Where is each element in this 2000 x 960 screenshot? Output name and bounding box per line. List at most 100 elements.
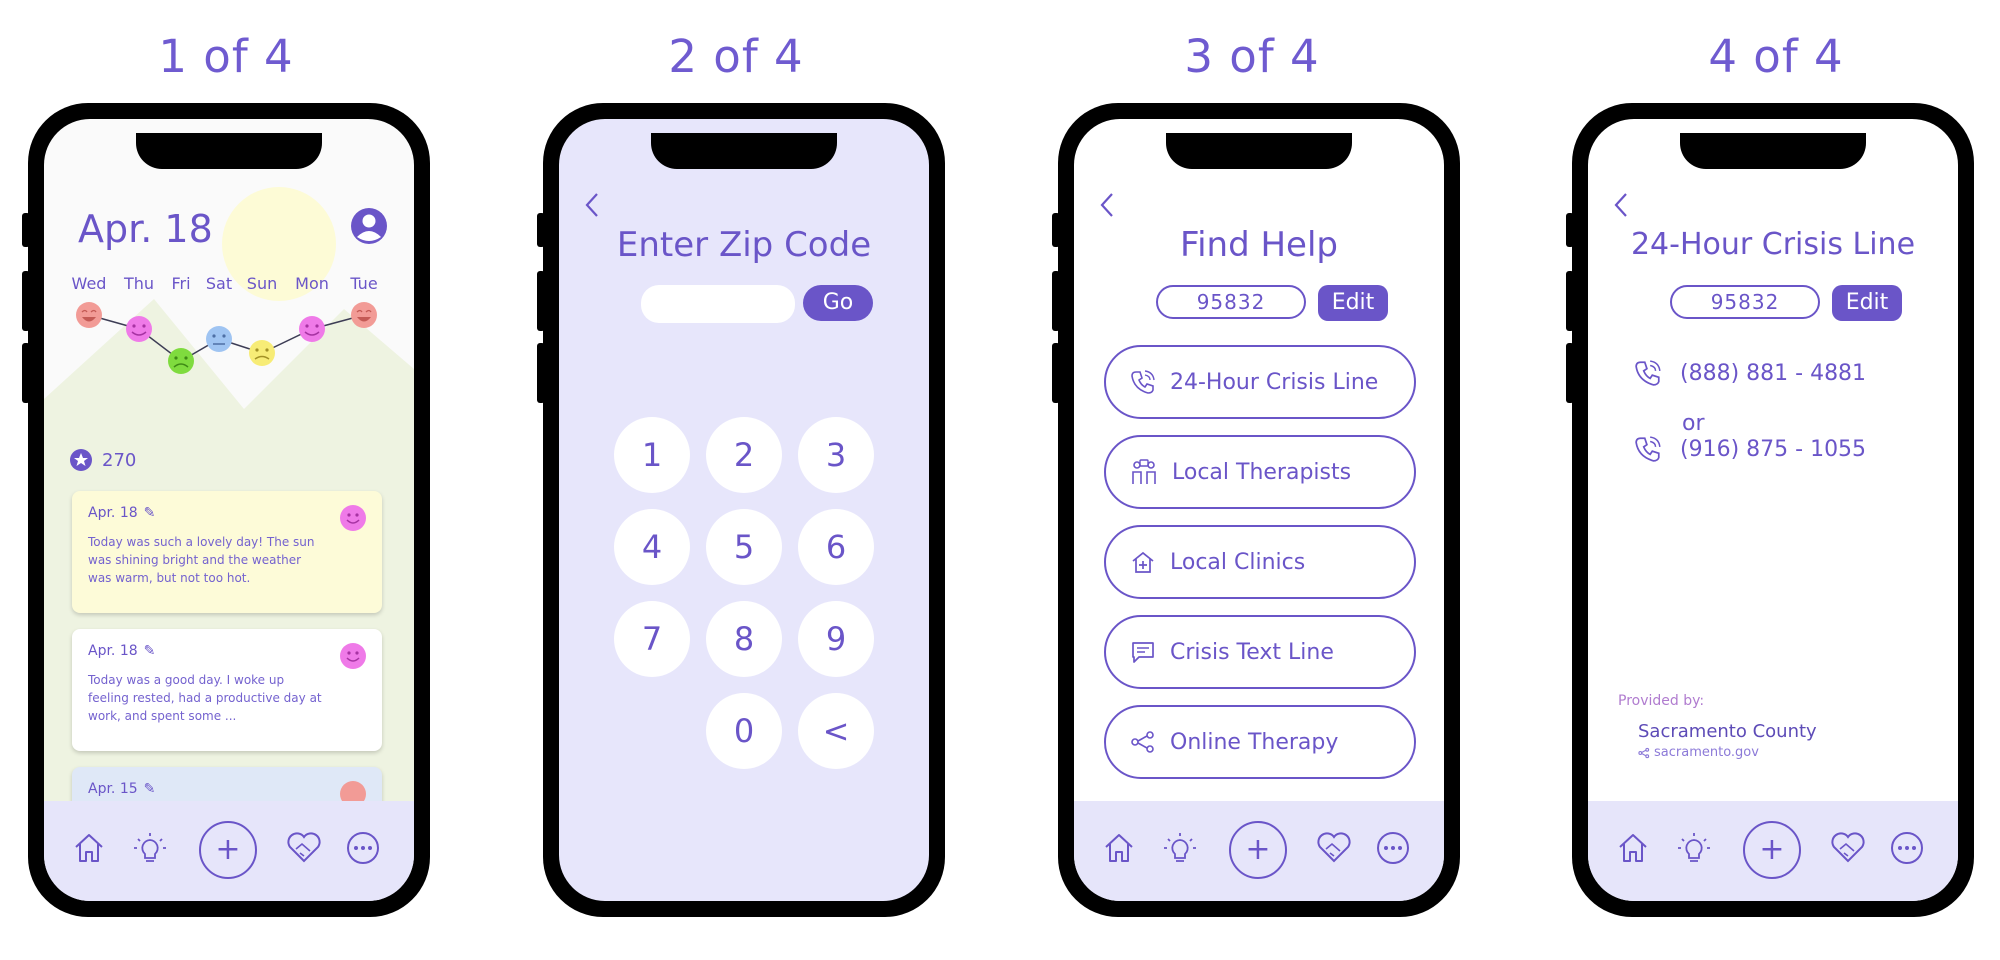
phone-frame-3: Find Help 95832 Edit 24-Hour Crisis Line… bbox=[1052, 103, 1460, 917]
points-value: 270 bbox=[102, 449, 137, 471]
bottom-nav: + bbox=[1588, 801, 1958, 901]
service-clinics-button[interactable]: Local Clinics bbox=[1104, 525, 1416, 599]
journal-entry-card[interactable]: Apr. 18 ✎ Today was a good day. I woke up… bbox=[72, 629, 382, 751]
keypad-backspace[interactable]: < bbox=[798, 693, 874, 769]
more-icon[interactable] bbox=[346, 831, 380, 865]
back-arrow-icon[interactable] bbox=[1612, 191, 1630, 219]
add-entry-button[interactable]: + bbox=[199, 821, 257, 879]
mood-face-happy[interactable] bbox=[299, 316, 325, 342]
more-icon[interactable] bbox=[1890, 831, 1924, 865]
back-arrow-icon[interactable] bbox=[1098, 191, 1116, 219]
service-therapists-button[interactable]: Local Therapists bbox=[1104, 435, 1416, 509]
zip-code-input[interactable] bbox=[641, 285, 795, 323]
mood-face-happy-icon bbox=[340, 505, 366, 535]
more-icon[interactable] bbox=[1376, 831, 1410, 865]
mood-face-happy-icon bbox=[340, 643, 366, 673]
phone-frame-4: 24-Hour Crisis Line 95832 Edit (888) 881… bbox=[1566, 103, 1974, 917]
share-icon bbox=[1638, 747, 1650, 758]
edit-zip-button[interactable]: Edit bbox=[1832, 285, 1902, 321]
service-label: Online Therapy bbox=[1170, 729, 1339, 755]
share-icon bbox=[1131, 731, 1154, 753]
home-icon[interactable] bbox=[72, 831, 106, 865]
add-entry-button[interactable]: + bbox=[1743, 821, 1801, 879]
entry-text: Today was such a lovely day! The sun was… bbox=[88, 535, 315, 585]
phone-number-1[interactable]: (888) 881 - 4881 bbox=[1634, 359, 1866, 387]
or-separator: or bbox=[1682, 411, 1705, 436]
profile-icon[interactable] bbox=[350, 207, 388, 249]
entry-text: Today was a good day. I woke up feeling … bbox=[88, 673, 322, 723]
keypad-key-0[interactable]: 0 bbox=[706, 693, 782, 769]
mood-face-laughing[interactable] bbox=[351, 302, 377, 328]
points-counter: 270 bbox=[70, 449, 136, 471]
notch bbox=[651, 133, 837, 169]
lightbulb-icon[interactable] bbox=[132, 831, 168, 867]
handshake-heart-icon[interactable] bbox=[286, 831, 322, 865]
keypad-key-3[interactable]: 3 bbox=[798, 417, 874, 493]
keypad-key-2[interactable]: 2 bbox=[706, 417, 782, 493]
mood-face-happy[interactable] bbox=[126, 316, 152, 342]
phone-frame-2: Enter Zip Code Go 1 2 3 4 5 6 7 8 9 0 < bbox=[537, 103, 945, 917]
go-button[interactable]: Go bbox=[803, 285, 873, 321]
phone-icon bbox=[1635, 436, 1661, 462]
bottom-nav: + bbox=[1074, 801, 1444, 901]
notch bbox=[136, 133, 322, 169]
mood-chart bbox=[76, 302, 377, 374]
crisis-line-detail-screen: 24-Hour Crisis Line 95832 Edit (888) 881… bbox=[1588, 119, 1958, 901]
keypad-key-5[interactable]: 5 bbox=[706, 509, 782, 585]
back-arrow-icon[interactable] bbox=[583, 191, 601, 219]
notch bbox=[1680, 133, 1866, 169]
mood-face-sad[interactable] bbox=[168, 348, 194, 374]
chat-icon bbox=[1132, 642, 1154, 663]
keypad-key-6[interactable]: 6 bbox=[798, 509, 874, 585]
find-help-screen: Find Help 95832 Edit 24-Hour Crisis Line… bbox=[1074, 119, 1444, 901]
phone-icon bbox=[1635, 360, 1661, 386]
page-title: Find Help bbox=[1180, 225, 1338, 265]
provider-link[interactable]: sacramento.gov bbox=[1638, 745, 1759, 760]
entry-date: Apr. 18 bbox=[88, 505, 138, 521]
keypad-key-9[interactable]: 9 bbox=[798, 601, 874, 677]
handshake-heart-icon[interactable] bbox=[1316, 831, 1352, 865]
mood-face-neutral[interactable] bbox=[206, 326, 232, 352]
mood-face-worried[interactable] bbox=[249, 340, 275, 366]
service-label: Local Therapists bbox=[1172, 459, 1352, 485]
pencil-icon[interactable]: ✎ bbox=[144, 643, 156, 659]
keypad-key-8[interactable]: 8 bbox=[706, 601, 782, 677]
keypad-key-1[interactable]: 1 bbox=[614, 417, 690, 493]
lightbulb-icon[interactable] bbox=[1676, 831, 1712, 867]
keypad-key-7[interactable]: 7 bbox=[614, 601, 690, 677]
therapists-icon bbox=[1132, 459, 1156, 484]
page-title: Enter Zip Code bbox=[616, 225, 872, 265]
mood-face-laughing[interactable] bbox=[76, 302, 102, 328]
add-entry-button[interactable]: + bbox=[1229, 821, 1287, 879]
star-badge-icon bbox=[70, 449, 92, 471]
step-title-2: 2 of 4 bbox=[668, 30, 804, 83]
mood-journal-screen: Apr. 18 Wed Thu Fri Sat Sun Mon Tue 270 … bbox=[44, 119, 414, 901]
service-label: Crisis Text Line bbox=[1170, 639, 1334, 665]
pencil-icon[interactable]: ✎ bbox=[144, 781, 156, 797]
notch bbox=[1166, 133, 1352, 169]
pencil-icon[interactable]: ✎ bbox=[144, 505, 156, 521]
phone-icon bbox=[1131, 370, 1155, 394]
provider-url: sacramento.gov bbox=[1654, 745, 1759, 760]
service-text-line-button[interactable]: Crisis Text Line bbox=[1104, 615, 1416, 689]
lightbulb-icon[interactable] bbox=[1162, 831, 1198, 867]
step-title-3: 3 of 4 bbox=[1184, 30, 1320, 83]
zip-entry-screen: Enter Zip Code Go 1 2 3 4 5 6 7 8 9 0 < bbox=[559, 119, 929, 901]
service-online-therapy-button[interactable]: Online Therapy bbox=[1104, 705, 1416, 779]
edit-zip-button[interactable]: Edit bbox=[1318, 285, 1388, 321]
home-icon[interactable] bbox=[1616, 831, 1650, 865]
zip-code-display: 95832 bbox=[1156, 285, 1306, 319]
entry-date: Apr. 15 bbox=[88, 781, 138, 797]
provided-by-label: Provided by: bbox=[1618, 693, 1705, 709]
step-title-4: 4 of 4 bbox=[1708, 30, 1844, 83]
phone-number-2[interactable]: (916) 875 - 1055 bbox=[1634, 435, 1866, 463]
journal-entry-card[interactable]: Apr. 18 ✎ Today was such a lovely day! Th… bbox=[72, 491, 382, 613]
step-title-1: 1 of 4 bbox=[158, 30, 294, 83]
service-crisis-line-button[interactable]: 24-Hour Crisis Line bbox=[1104, 345, 1416, 419]
service-label: Local Clinics bbox=[1170, 549, 1306, 575]
current-date: Apr. 18 bbox=[78, 207, 213, 251]
keypad-key-4[interactable]: 4 bbox=[614, 509, 690, 585]
home-icon[interactable] bbox=[1102, 831, 1136, 865]
page-title: 24-Hour Crisis Line bbox=[1630, 227, 1916, 262]
handshake-heart-icon[interactable] bbox=[1830, 831, 1866, 865]
